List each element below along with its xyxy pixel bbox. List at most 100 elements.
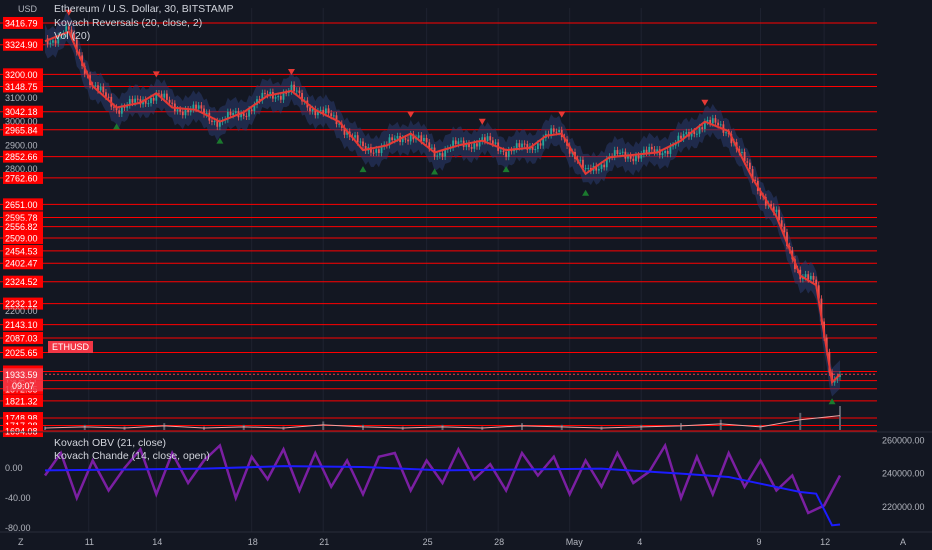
candle-body [391, 137, 394, 141]
currency-label: USD [18, 4, 38, 14]
candle-body [587, 167, 590, 169]
candle-body [507, 150, 510, 157]
indicator-legend-reversals[interactable]: Kovach Reversals (20, close, 2) [54, 17, 202, 29]
time-axis-tick: 11 [85, 537, 94, 547]
level-label: 2143.10 [5, 320, 38, 330]
candle-body [176, 109, 179, 112]
level-label: 3416.79 [5, 18, 38, 28]
candle-body [711, 118, 714, 124]
candle-body [635, 155, 637, 162]
volume-bar [322, 421, 325, 430]
candle-body [431, 147, 433, 149]
candle-body [696, 133, 698, 135]
candle-body [778, 209, 780, 221]
candle-body [555, 131, 558, 133]
candle-body [417, 135, 420, 138]
candle-body [473, 143, 476, 149]
time-axis-tick: 9 [757, 537, 762, 547]
time-axis-tick: 18 [248, 537, 258, 547]
level-label: 2324.52 [5, 277, 38, 287]
indicator-legend-chande[interactable]: Kovach Chande (14, close, open) [54, 450, 210, 462]
candle-body [396, 136, 399, 139]
candle-body [356, 135, 359, 143]
candle-body [423, 137, 425, 142]
candle-body [717, 122, 719, 126]
candle-body [409, 134, 412, 142]
candle-body [645, 149, 648, 153]
countdown-label: 09:07 [12, 381, 35, 391]
candle-body [698, 127, 701, 134]
candle-body [250, 109, 253, 112]
candle-body [518, 143, 521, 148]
candle-body [404, 138, 407, 140]
candle-body [425, 137, 428, 143]
candle-body [470, 147, 473, 149]
candle-body [661, 153, 664, 156]
candle-body [521, 143, 523, 148]
candle-body [494, 142, 497, 144]
ticker-symbol-badge: ETHUSD [48, 341, 94, 353]
candle-body [804, 274, 807, 278]
level-label: 3148.75 [5, 82, 38, 92]
candle-body [264, 92, 266, 94]
candle-body [309, 107, 311, 112]
candle-body [436, 155, 439, 157]
candle-body [621, 151, 624, 153]
candle-body [327, 108, 330, 114]
chart-background [0, 0, 932, 550]
candle-body [600, 164, 603, 169]
level-label: 2651.00 [5, 200, 38, 210]
candle-body [812, 275, 815, 280]
candle-body [725, 132, 727, 134]
candle-body [807, 274, 810, 280]
candle-body [319, 109, 322, 112]
candle-body [181, 111, 184, 116]
last-price-label: 1933.59 [5, 370, 38, 380]
candle-body [491, 140, 494, 144]
candle-body [539, 143, 542, 146]
candle-body [741, 151, 743, 153]
candle-body [523, 143, 526, 145]
candle-body [354, 135, 356, 138]
candle-body [616, 150, 619, 154]
level-label: 3200.00 [5, 70, 38, 80]
candle-body [195, 104, 197, 109]
candle-body [211, 120, 213, 122]
candle-body [152, 97, 155, 101]
volume-bar [680, 423, 682, 430]
candle-body [372, 152, 375, 154]
level-label: 2025.65 [5, 348, 38, 358]
candle-body [648, 146, 651, 153]
candle-body [619, 152, 621, 154]
candle-body [701, 127, 704, 130]
candle-body [359, 141, 362, 143]
candle-body [274, 97, 277, 99]
candle-body [476, 143, 478, 147]
candle-body [584, 168, 587, 170]
candle-body [242, 113, 245, 116]
level-label: 2852.66 [5, 152, 38, 162]
volume-bar [719, 419, 722, 430]
candle-body [232, 112, 235, 116]
time-axis-tick: 12 [820, 537, 830, 547]
candle-body [197, 105, 200, 109]
candle-body [168, 99, 171, 103]
indicator-legend-volume[interactable]: Vol (20) [54, 30, 90, 42]
time-axis-tick: May [566, 537, 584, 547]
candle-body [330, 113, 333, 117]
price-chart[interactable]: 3416.793324.903200.003148.753042.182965.… [0, 0, 932, 550]
candle-body [213, 121, 216, 123]
candle-body [293, 84, 295, 92]
candle-body [719, 124, 722, 126]
obv-axis-tick: 240000.00 [882, 469, 925, 479]
candle-body [147, 103, 150, 105]
indicator-legend-obv[interactable]: Kovach OBV (21, close) [54, 437, 166, 449]
candle-body [597, 168, 600, 171]
candle-body [502, 150, 505, 152]
chart-title[interactable]: Ethereum / U.S. Dollar, 30, BITSTAMP [54, 3, 234, 15]
level-label: 2454.53 [5, 246, 38, 256]
candle-body [279, 96, 282, 100]
candle-body [457, 141, 460, 145]
candle-body [632, 158, 635, 162]
candle-body [171, 102, 174, 104]
